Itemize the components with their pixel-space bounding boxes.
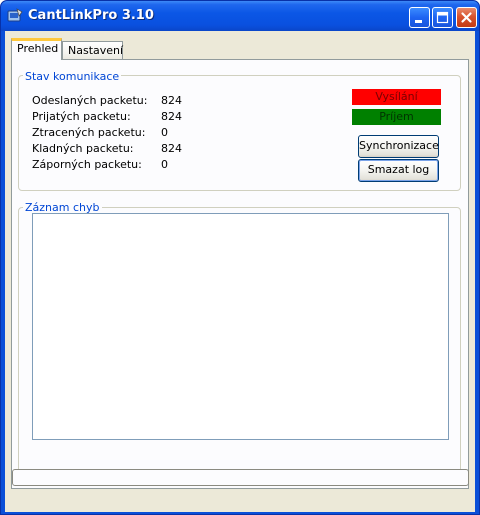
maximize-button[interactable] [432, 7, 453, 28]
close-icon [461, 12, 472, 23]
status-group-title: Stav komunikace [23, 70, 122, 83]
minimize-button[interactable] [409, 7, 430, 28]
sent-packets-value: 824 [161, 94, 182, 107]
tab-prehled[interactable]: Prehled [11, 38, 62, 60]
transmit-indicator: Vysílání [352, 89, 441, 105]
status-bar [12, 469, 469, 486]
positive-packets-label: Kladných packetu: [32, 142, 134, 155]
lost-packets-value: 0 [161, 126, 168, 139]
close-button[interactable] [456, 7, 477, 28]
client-area: Prehled Nastavení Stav komunikace Odesla… [5, 31, 475, 512]
maximize-icon [436, 11, 449, 24]
positive-packets-value: 824 [161, 142, 182, 155]
received-packets-label: Prijatých packetu: [32, 110, 131, 123]
app-icon[interactable] [7, 8, 23, 24]
lost-packets-label: Ztracených packetu: [32, 126, 146, 139]
minimize-icon [415, 20, 422, 23]
synchronize-button[interactable]: Synchronizace [358, 135, 439, 158]
app-window: CantLinkPro 3.10 Prehled Nastavení Stav … [0, 0, 480, 515]
receive-indicator: Príjem [352, 109, 441, 125]
window-title: CantLinkPro 3.10 [28, 8, 154, 23]
negative-packets-value: 0 [161, 158, 168, 171]
clear-log-button[interactable]: Smazat log [358, 159, 439, 182]
negative-packets-label: Záporných packetu: [32, 158, 142, 171]
tab-page-prehled: Stav komunikace Odeslaných packetu: 824 … [11, 59, 469, 489]
title-bar[interactable]: CantLinkPro 3.10 [1, 1, 479, 31]
error-log-listbox[interactable] [32, 213, 449, 440]
received-packets-value: 824 [161, 110, 182, 123]
tab-nastaveni[interactable]: Nastavení [62, 41, 123, 61]
sent-packets-label: Odeslaných packetu: [32, 94, 148, 107]
